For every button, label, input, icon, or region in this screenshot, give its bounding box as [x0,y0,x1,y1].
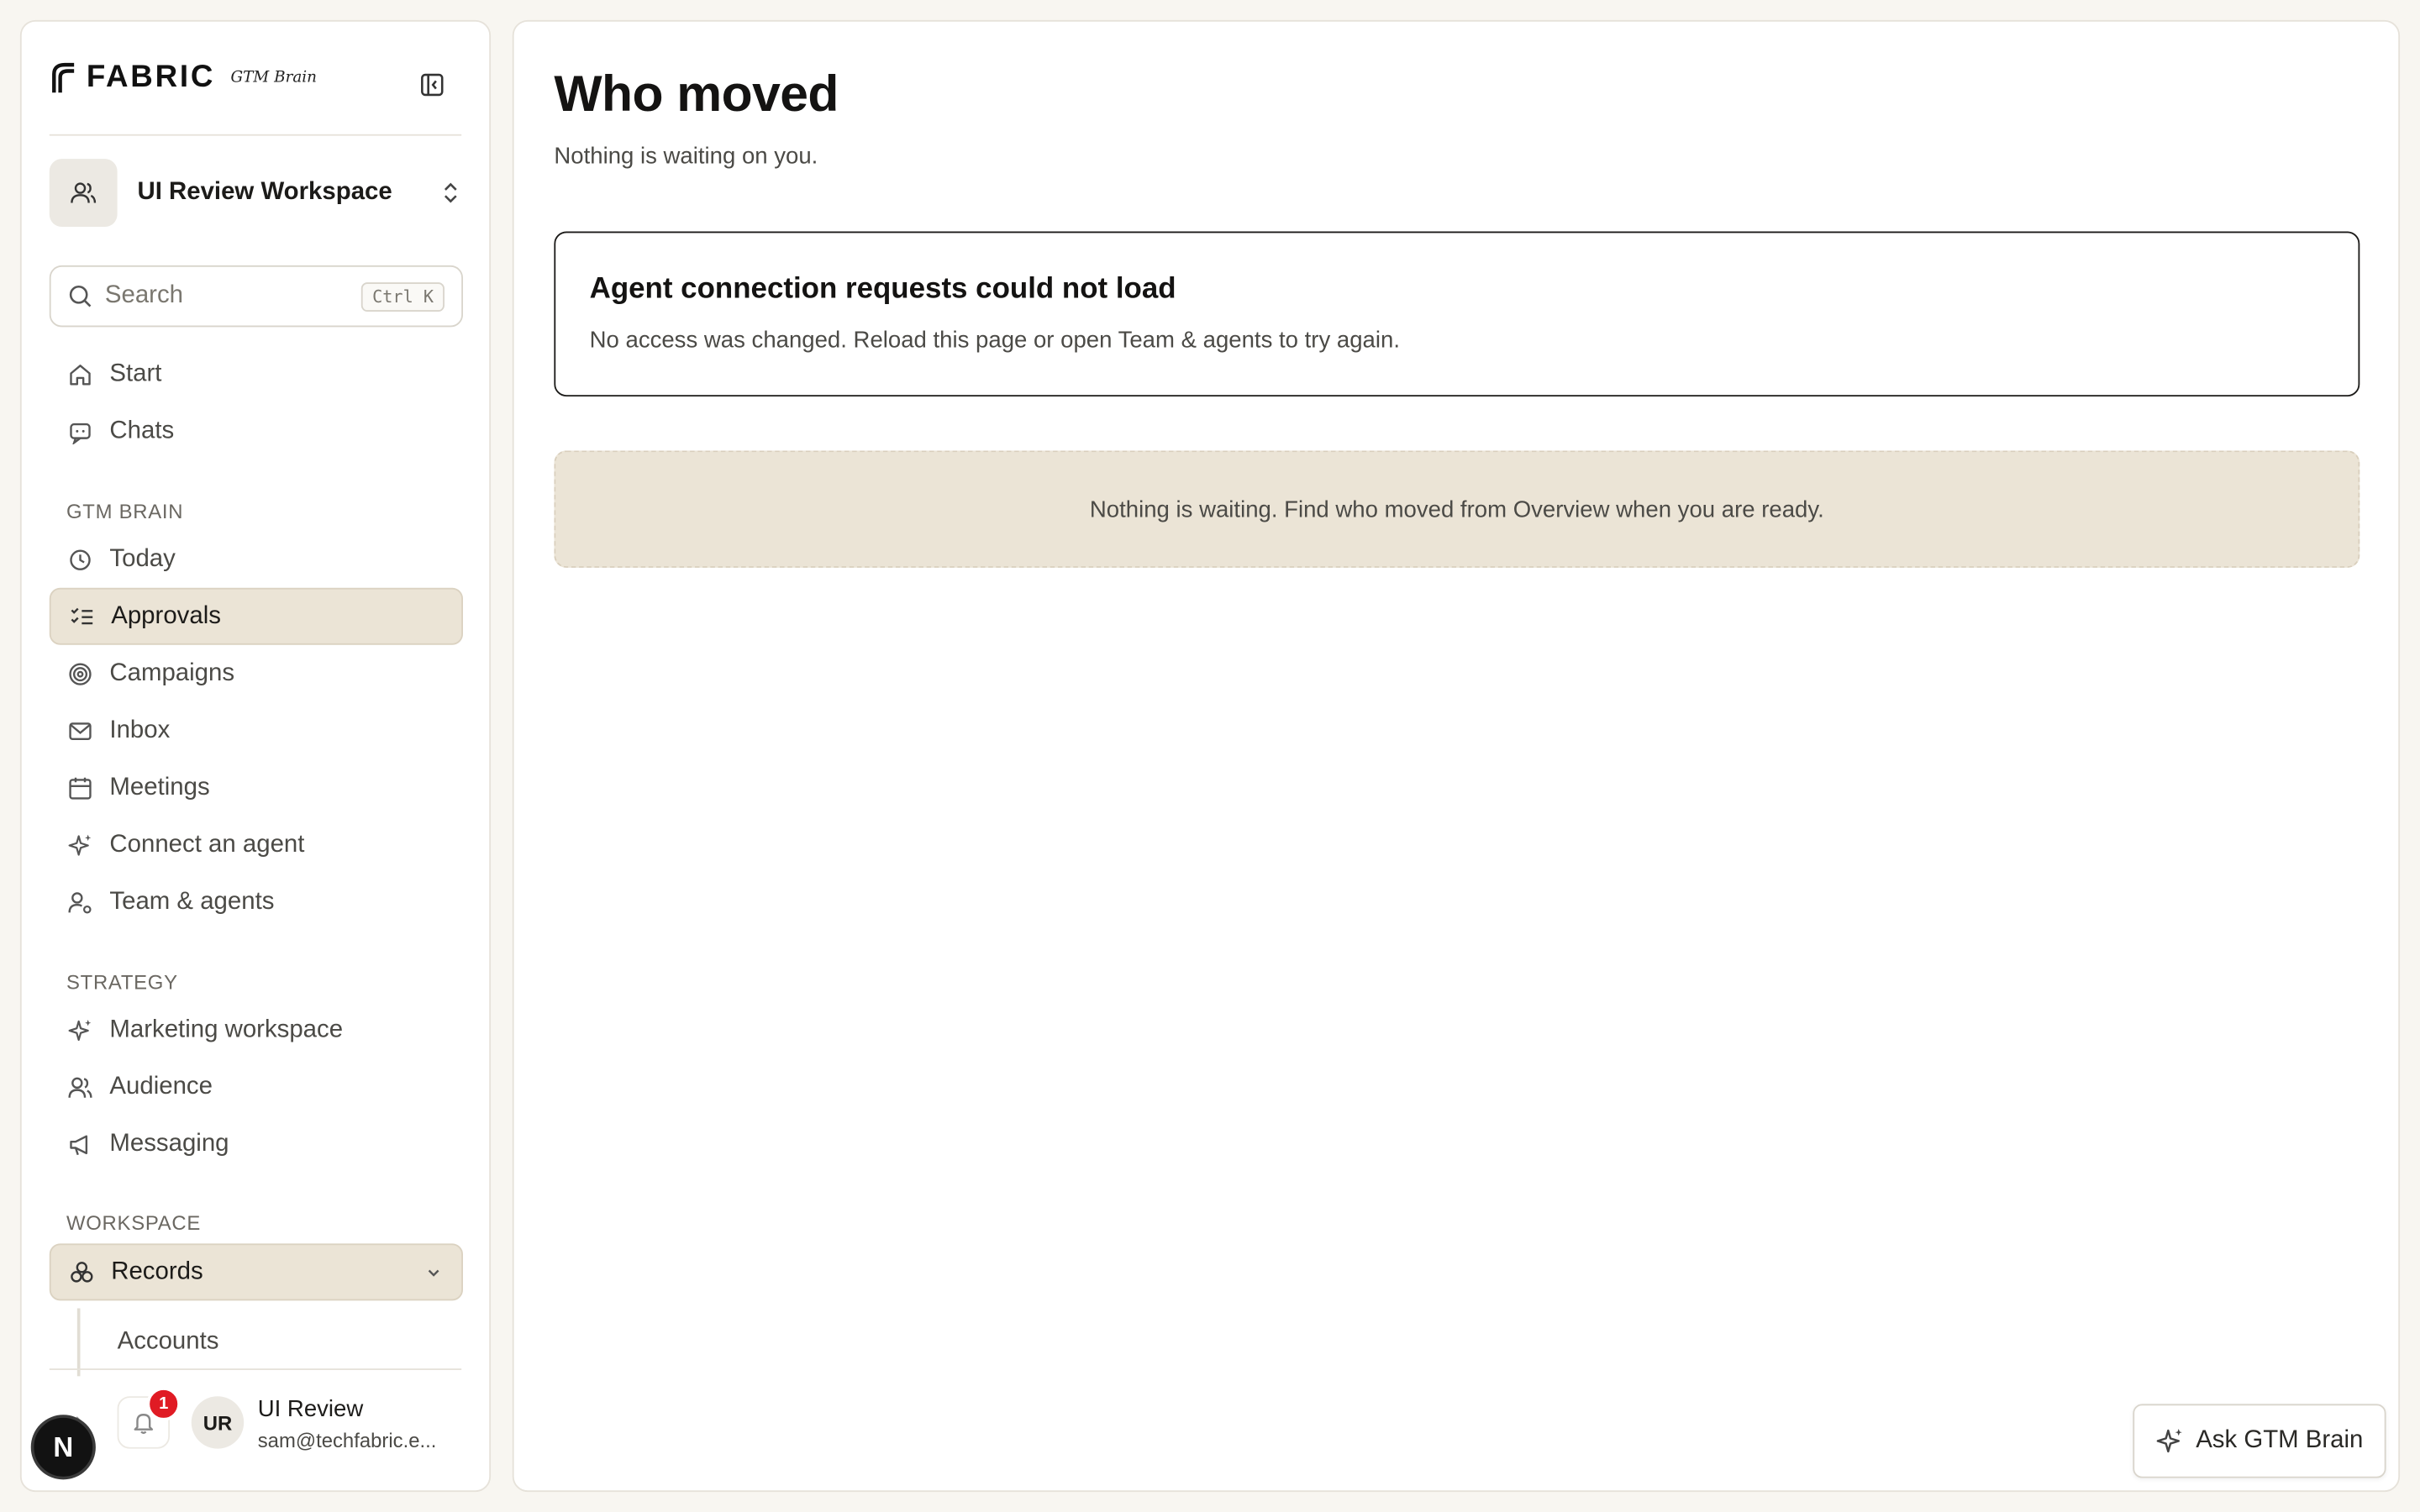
home-icon [66,360,94,388]
workspace-switcher[interactable]: UI Review Workspace [49,157,463,228]
clock-icon [66,545,94,573]
nav-item-records[interactable]: Records [49,1243,464,1301]
fabric-mark-icon [52,62,75,93]
user-gear-icon [66,888,94,916]
sparkle-icon [66,1016,94,1043]
chevron-down-icon [423,1262,445,1284]
sidebar-collapse-icon [421,73,444,97]
search-input[interactable]: Search Ctrl K [49,265,464,328]
nav-label: Today [109,545,176,572]
chat-icon [66,417,94,445]
fabric-logo[interactable]: FABRIC GTM Brain [50,55,317,98]
checklist-icon [68,602,96,630]
workspace-avatar [49,159,118,227]
ask-gtm-brain-button[interactable]: Ask GTM Brain [2133,1404,2386,1478]
collapse-sidebar-button[interactable] [402,55,461,114]
section-label-strategy: STRATEGY [66,970,178,994]
section-label-workspace: WORKSPACE [66,1210,202,1235]
workspace-name: UI Review Workspace [137,179,392,206]
brand-name: FABRIC [86,59,216,94]
nav-item-today[interactable]: Today [50,531,463,588]
ask-button-label: Ask GTM Brain [2196,1426,2364,1454]
mail-icon [66,717,94,744]
nav-label: Messaging [109,1130,229,1157]
target-icon [66,659,94,687]
nav-item-start[interactable]: Start [50,345,463,402]
nav-item-inbox[interactable]: Inbox [50,702,463,759]
records-icon [68,1258,96,1286]
nav-item-marketing-workspace[interactable]: Marketing workspace [50,1001,463,1058]
users-icon [71,182,97,203]
nav-label: Marketing workspace [109,1016,344,1042]
nav-item-meetings[interactable]: Meetings [50,759,463,816]
nav-item-audience[interactable]: Audience [50,1058,463,1116]
nav-item-approvals[interactable]: Approvals [49,587,464,645]
nav-item-team-agents[interactable]: Team & agents [50,874,463,931]
megaphone-icon [66,1130,94,1158]
nav-label: Start [109,360,162,387]
footer-divider [49,1368,462,1370]
section-label-gtm: GTM BRAIN [66,500,184,523]
search-placeholder: Search [104,282,184,309]
sidebar: FABRIC GTM Brain UI Review Workspace Sea… [19,19,492,1493]
empty-state: Nothing is waiting. Find who moved from … [554,450,2360,568]
main-panel: Who moved Nothing is waiting on you. Age… [512,19,2401,1493]
nav-subitem-accounts[interactable]: Accounts [76,1308,219,1377]
nav-label: Meetings [109,774,210,801]
user-avatar[interactable]: UR [191,1396,245,1449]
search-shortcut: Ctrl K [361,281,445,312]
alert-body: No access was changed. Reload this page … [589,327,1400,354]
user-name[interactable]: UI Review [258,1396,364,1422]
nav-label: Team & agents [109,888,275,915]
alert-title: Agent connection requests could not load [589,273,1176,306]
page-title: Who moved [554,65,839,123]
nav-item-campaigns[interactable]: Campaigns [50,645,463,702]
search-icon [69,285,92,307]
notification-count-badge: 1 [146,1387,181,1421]
nav-label: Records [111,1257,203,1285]
calendar-icon [66,774,94,801]
sparkle-icon [2156,1429,2182,1453]
nav-item-messaging[interactable]: Messaging [50,1116,463,1173]
nav-label: Approvals [111,602,221,629]
nav-label: Chats [109,417,175,444]
nav-label: Campaigns [109,659,235,686]
nav-item-chats[interactable]: Chats [50,402,463,459]
error-alert: Agent connection requests could not load… [554,231,2360,397]
empty-state-text: Nothing is waiting. Find who moved from … [1089,496,1824,522]
dev-tools-button[interactable]: N [30,1415,96,1480]
page-subtitle: Nothing is waiting on you. [554,143,818,171]
nav-label: Audience [109,1073,213,1100]
user-email: sam@techfabric.e... [257,1428,437,1452]
users-icon [66,1073,94,1100]
brand-row: FABRIC GTM Brain [49,55,462,136]
nav-label: Connect an agent [109,831,305,858]
brand-product: GTM Brain [230,68,318,86]
nav-label: Inbox [109,717,171,743]
sparkle-icon [66,831,94,858]
nav-item-connect-agent[interactable]: Connect an agent [50,816,463,874]
chevron-up-down-icon [439,181,463,205]
